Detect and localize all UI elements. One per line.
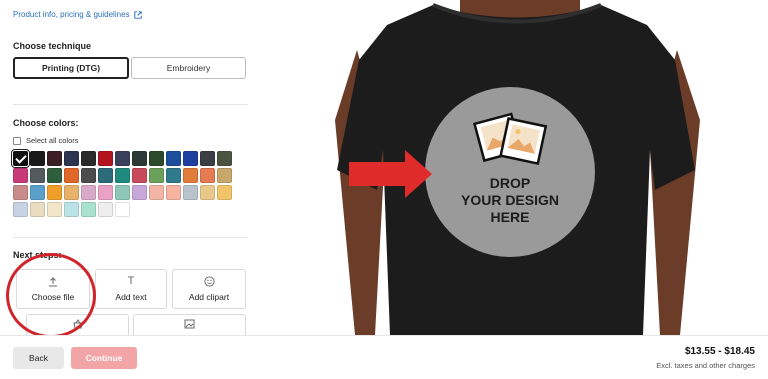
continue-button[interactable]: Continue (71, 347, 137, 369)
smiley-icon (203, 276, 215, 287)
color-swatch[interactable] (30, 202, 45, 217)
color-swatch[interactable] (47, 185, 62, 200)
add-text-label: Add text (115, 292, 147, 302)
color-swatch[interactable] (149, 151, 164, 166)
color-swatch[interactable] (200, 168, 215, 183)
color-swatch[interactable] (115, 202, 130, 217)
color-swatch[interactable] (217, 168, 232, 183)
color-swatch[interactable] (81, 185, 96, 200)
divider (13, 237, 248, 238)
color-swatch[interactable] (30, 185, 45, 200)
drop-text-line3: HERE (491, 209, 530, 225)
select-all-colors[interactable]: Select all colors (13, 136, 79, 145)
back-button[interactable]: Back (13, 347, 64, 369)
color-swatch[interactable] (13, 202, 28, 217)
color-swatch[interactable] (132, 151, 147, 166)
text-icon: T (127, 275, 135, 287)
price-note: Excl. taxes and other charges (656, 361, 755, 370)
color-swatch[interactable] (64, 202, 79, 217)
drop-text-line1: DROP (490, 175, 530, 191)
color-swatch[interactable] (166, 168, 181, 183)
external-link-icon (133, 10, 142, 19)
color-swatch[interactable] (81, 151, 96, 166)
tshirt-mockup: DROP YOUR DESIGN HERE (335, 0, 700, 335)
divider (13, 104, 248, 105)
select-all-checkbox[interactable] (13, 136, 21, 145)
drop-text-line2: YOUR DESIGN (461, 192, 559, 208)
add-clipart-label: Add clipart (188, 292, 230, 302)
product-preview: DROP YOUR DESIGN HERE (265, 0, 768, 335)
image-icon (184, 319, 195, 329)
color-swatch[interactable] (217, 185, 232, 200)
color-swatch[interactable] (183, 151, 198, 166)
footer-bar: Back Continue $13.55 - $18.45 Excl. taxe… (0, 335, 768, 379)
color-swatch[interactable] (183, 168, 198, 183)
technique-heading: Choose technique (13, 41, 92, 51)
color-swatch[interactable] (11, 149, 30, 168)
color-swatch[interactable] (149, 185, 164, 200)
color-swatch[interactable] (47, 168, 62, 183)
color-swatch[interactable] (30, 168, 45, 183)
color-swatch[interactable] (64, 168, 79, 183)
action-tile[interactable] (133, 314, 246, 335)
color-swatch[interactable] (115, 151, 130, 166)
colors-heading: Choose colors: (13, 118, 79, 128)
color-swatch[interactable] (166, 151, 181, 166)
color-swatch[interactable] (132, 185, 147, 200)
highlight-circle (6, 253, 96, 335)
guidelines-link[interactable]: Product info, pricing & guidelines (13, 10, 142, 19)
add-clipart-button[interactable]: Add clipart (172, 269, 246, 309)
color-swatch[interactable] (166, 185, 181, 200)
color-swatch[interactable] (217, 151, 232, 166)
color-swatch[interactable] (13, 168, 28, 183)
technique-embroidery-button[interactable]: Embroidery (131, 57, 246, 79)
color-swatch[interactable] (98, 151, 113, 166)
color-swatch[interactable] (47, 151, 62, 166)
left-panel: Product info, pricing & guidelines Choos… (0, 0, 262, 335)
color-swatch[interactable] (64, 151, 79, 166)
select-all-label: Select all colors (26, 136, 79, 145)
color-swatch[interactable] (47, 202, 62, 217)
color-swatch[interactable] (98, 168, 113, 183)
color-swatch[interactable] (115, 168, 130, 183)
color-swatch[interactable] (30, 151, 45, 166)
color-swatch[interactable] (81, 202, 96, 217)
color-swatch[interactable] (81, 168, 96, 183)
color-swatch[interactable] (64, 185, 79, 200)
guidelines-link-text[interactable]: Product info, pricing & guidelines (13, 10, 130, 19)
color-swatch[interactable] (183, 185, 198, 200)
color-swatch[interactable] (115, 185, 130, 200)
color-swatch[interactable] (98, 185, 113, 200)
color-swatch[interactable] (200, 185, 215, 200)
color-swatch[interactable] (13, 185, 28, 200)
price-range: $13.55 - $18.45 (684, 346, 755, 357)
color-swatch[interactable] (98, 202, 113, 217)
color-swatch[interactable] (200, 151, 215, 166)
add-text-button[interactable]: T Add text (95, 269, 167, 309)
technique-dtg-button[interactable]: Printing (DTG) (13, 57, 129, 79)
color-swatch-grid (11, 149, 243, 217)
color-swatch[interactable] (132, 168, 147, 183)
drop-zone[interactable] (425, 87, 595, 257)
color-swatch[interactable] (149, 168, 164, 183)
